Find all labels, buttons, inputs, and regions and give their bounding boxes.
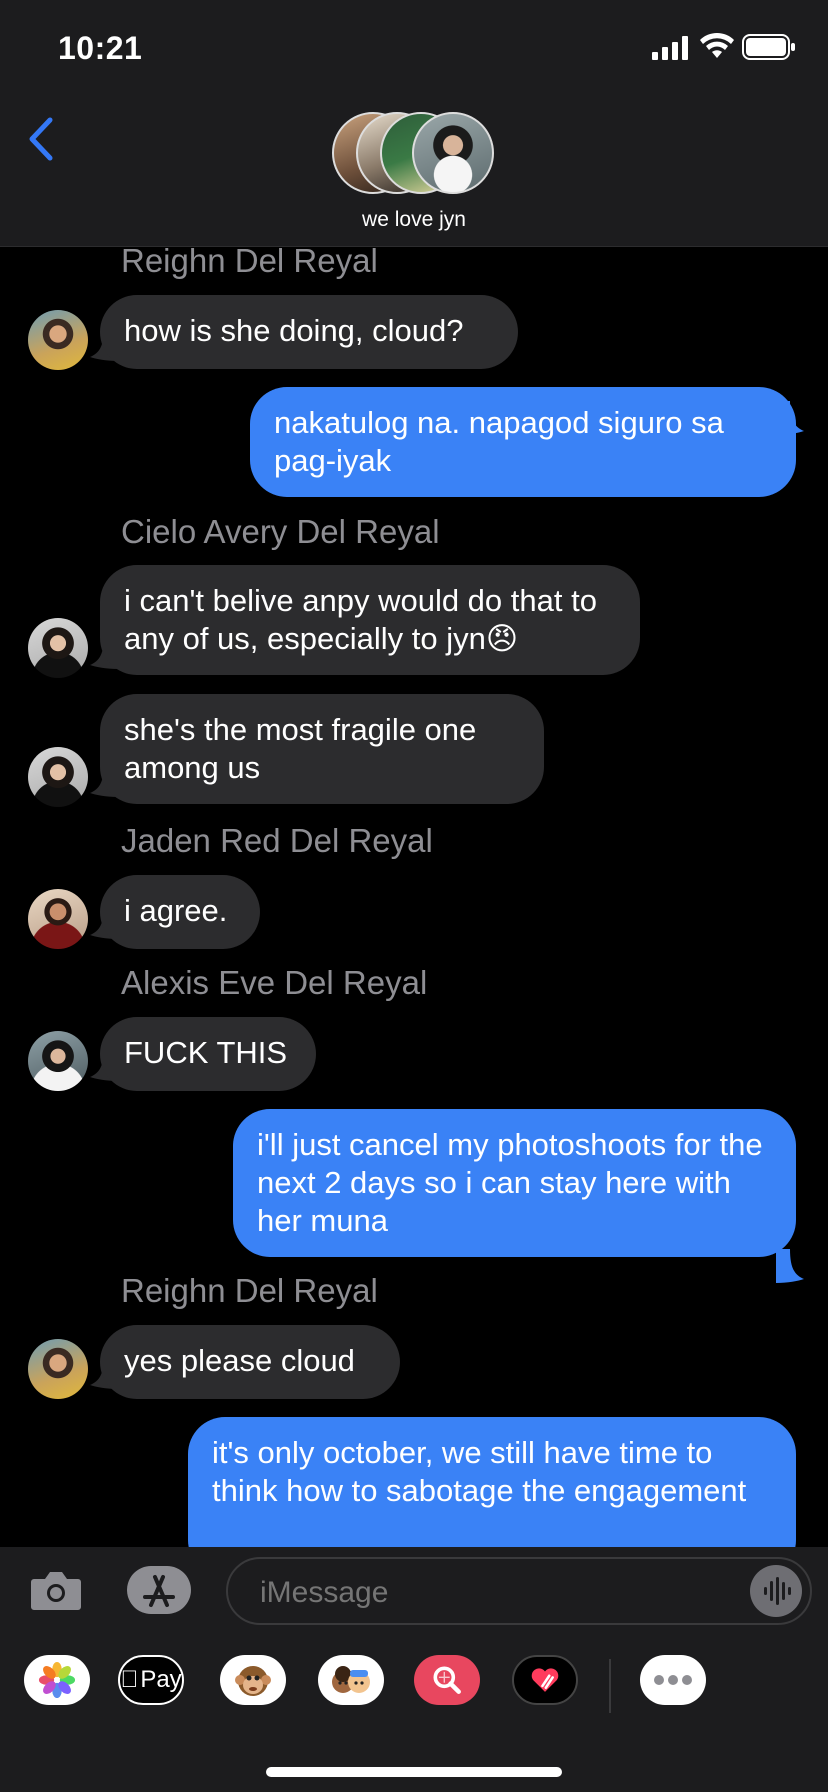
memoji-stickers-icon[interactable] [318, 1655, 384, 1705]
app-store-icon[interactable] [126, 1565, 192, 1615]
sender-avatar[interactable] [28, 747, 88, 807]
group-avatar-4 [412, 112, 494, 194]
sender-avatar[interactable] [28, 889, 88, 949]
home-indicator[interactable] [266, 1767, 562, 1777]
message-bubble-incoming[interactable]: i can't belive anpy would do that to any… [100, 565, 640, 675]
message-bubble-outgoing[interactable]: i'll just cancel my photoshoots for the … [233, 1109, 796, 1257]
waveform-icon [764, 1577, 791, 1605]
status-bar: 10:21 [0, 0, 828, 100]
more-apps-icon[interactable] [640, 1655, 706, 1705]
message-bubble-incoming[interactable]: she's the most fragile one among us [100, 694, 544, 804]
wifi-icon [700, 32, 734, 58]
apple-pay-label: Pay [131, 1666, 181, 1693]
imessage-input[interactable] [258, 1575, 742, 1611]
status-time: 10:21 [58, 30, 143, 66]
cellular-signal-icon [652, 36, 688, 60]
camera-icon[interactable] [30, 1569, 82, 1611]
group-avatars[interactable] [332, 112, 502, 198]
group-name[interactable]: we love jyn [0, 208, 828, 232]
message-composer: Pay [0, 1547, 828, 1792]
message-thread[interactable]: Reighn Del Reyal how is she doing, cloud… [0, 247, 828, 1547]
imessage-app-drawer: Pay [0, 1655, 828, 1725]
image-search-icon[interactable] [414, 1655, 480, 1705]
audio-message-button[interactable] [750, 1565, 802, 1617]
message-bubble-incoming[interactable]: yes please cloud [100, 1325, 400, 1399]
back-chevron-icon[interactable] [24, 114, 56, 164]
app-drawer-divider [609, 1659, 611, 1713]
animoji-icon[interactable] [220, 1655, 286, 1705]
sender-name: Reighn Del Reyal [121, 247, 378, 279]
photos-icon[interactable] [24, 1655, 90, 1705]
apple-pay-icon[interactable]: Pay [118, 1655, 184, 1705]
message-bubble-incoming[interactable]: FUCK THIS [100, 1017, 316, 1091]
conversation-header: we love jyn [0, 100, 828, 247]
sender-name: Alexis Eve Del Reyal [121, 964, 428, 1001]
digital-touch-icon[interactable] [512, 1655, 578, 1705]
sender-name: Reighn Del Reyal [121, 1272, 378, 1309]
battery-icon [742, 34, 795, 60]
sender-name: Jaden Red Del Reyal [121, 822, 433, 859]
sender-name: Cielo Avery Del Reyal [121, 513, 440, 550]
sender-avatar[interactable] [28, 1339, 88, 1399]
message-bubble-incoming[interactable]: i agree. [100, 875, 260, 949]
imessage-input-box[interactable] [226, 1557, 812, 1625]
message-bubble-outgoing[interactable]: nakatulog na. napagod siguro sa pag-iyak [250, 387, 796, 497]
sender-avatar[interactable] [28, 618, 88, 678]
message-bubble-incoming[interactable]: how is she doing, cloud? [100, 295, 518, 369]
sender-avatar[interactable] [28, 310, 88, 370]
sender-avatar[interactable] [28, 1031, 88, 1091]
message-bubble-outgoing[interactable]: it's only october, we still have time to… [188, 1417, 796, 1547]
bubble-tail [776, 1249, 804, 1283]
